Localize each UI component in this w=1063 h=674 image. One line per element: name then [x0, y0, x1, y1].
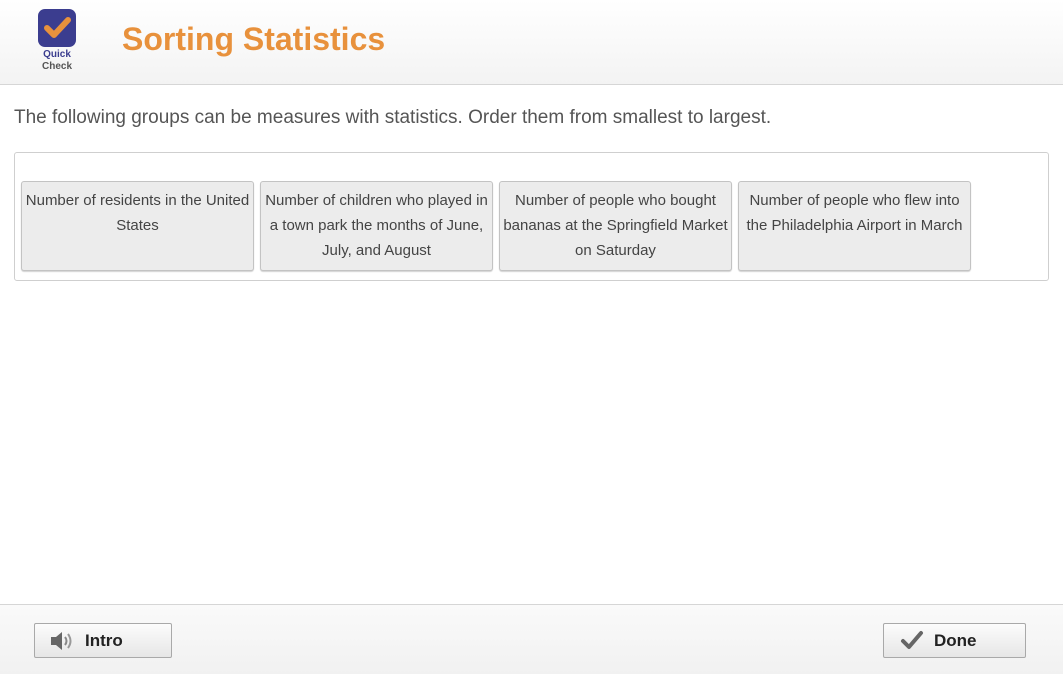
done-button[interactable]: Done — [883, 623, 1026, 658]
checkmark-icon — [900, 628, 924, 657]
page-title: Sorting Statistics — [122, 21, 386, 57]
sort-card-4[interactable]: Number of people who flew into the Phila… — [738, 181, 971, 271]
intro-button[interactable]: Intro — [34, 623, 172, 658]
footer: Intro Done — [0, 604, 1063, 674]
sort-card-3[interactable]: Number of people who bought bananas at t… — [499, 181, 732, 271]
logo-text: Quick Check — [36, 49, 78, 73]
logo-line-check: Check — [41, 61, 72, 72]
instructions-text: The following groups can be measures wit… — [14, 107, 772, 128]
speaker-icon — [49, 629, 77, 658]
sort-card-1[interactable]: Number of residents in the United States — [21, 181, 254, 271]
sort-drop-area[interactable]: Number of residents in the United States… — [14, 152, 1049, 281]
logo-line-quick: Quick — [43, 49, 71, 60]
quick-check-logo-icon — [38, 9, 76, 47]
header: Quick Check Sorting Statistics — [0, 0, 1063, 85]
sort-card-2[interactable]: Number of children who played in a town … — [260, 181, 493, 271]
intro-button-label: Intro — [85, 631, 123, 650]
quick-check-logo: Quick Check — [36, 9, 78, 75]
done-button-label: Done — [934, 631, 977, 650]
